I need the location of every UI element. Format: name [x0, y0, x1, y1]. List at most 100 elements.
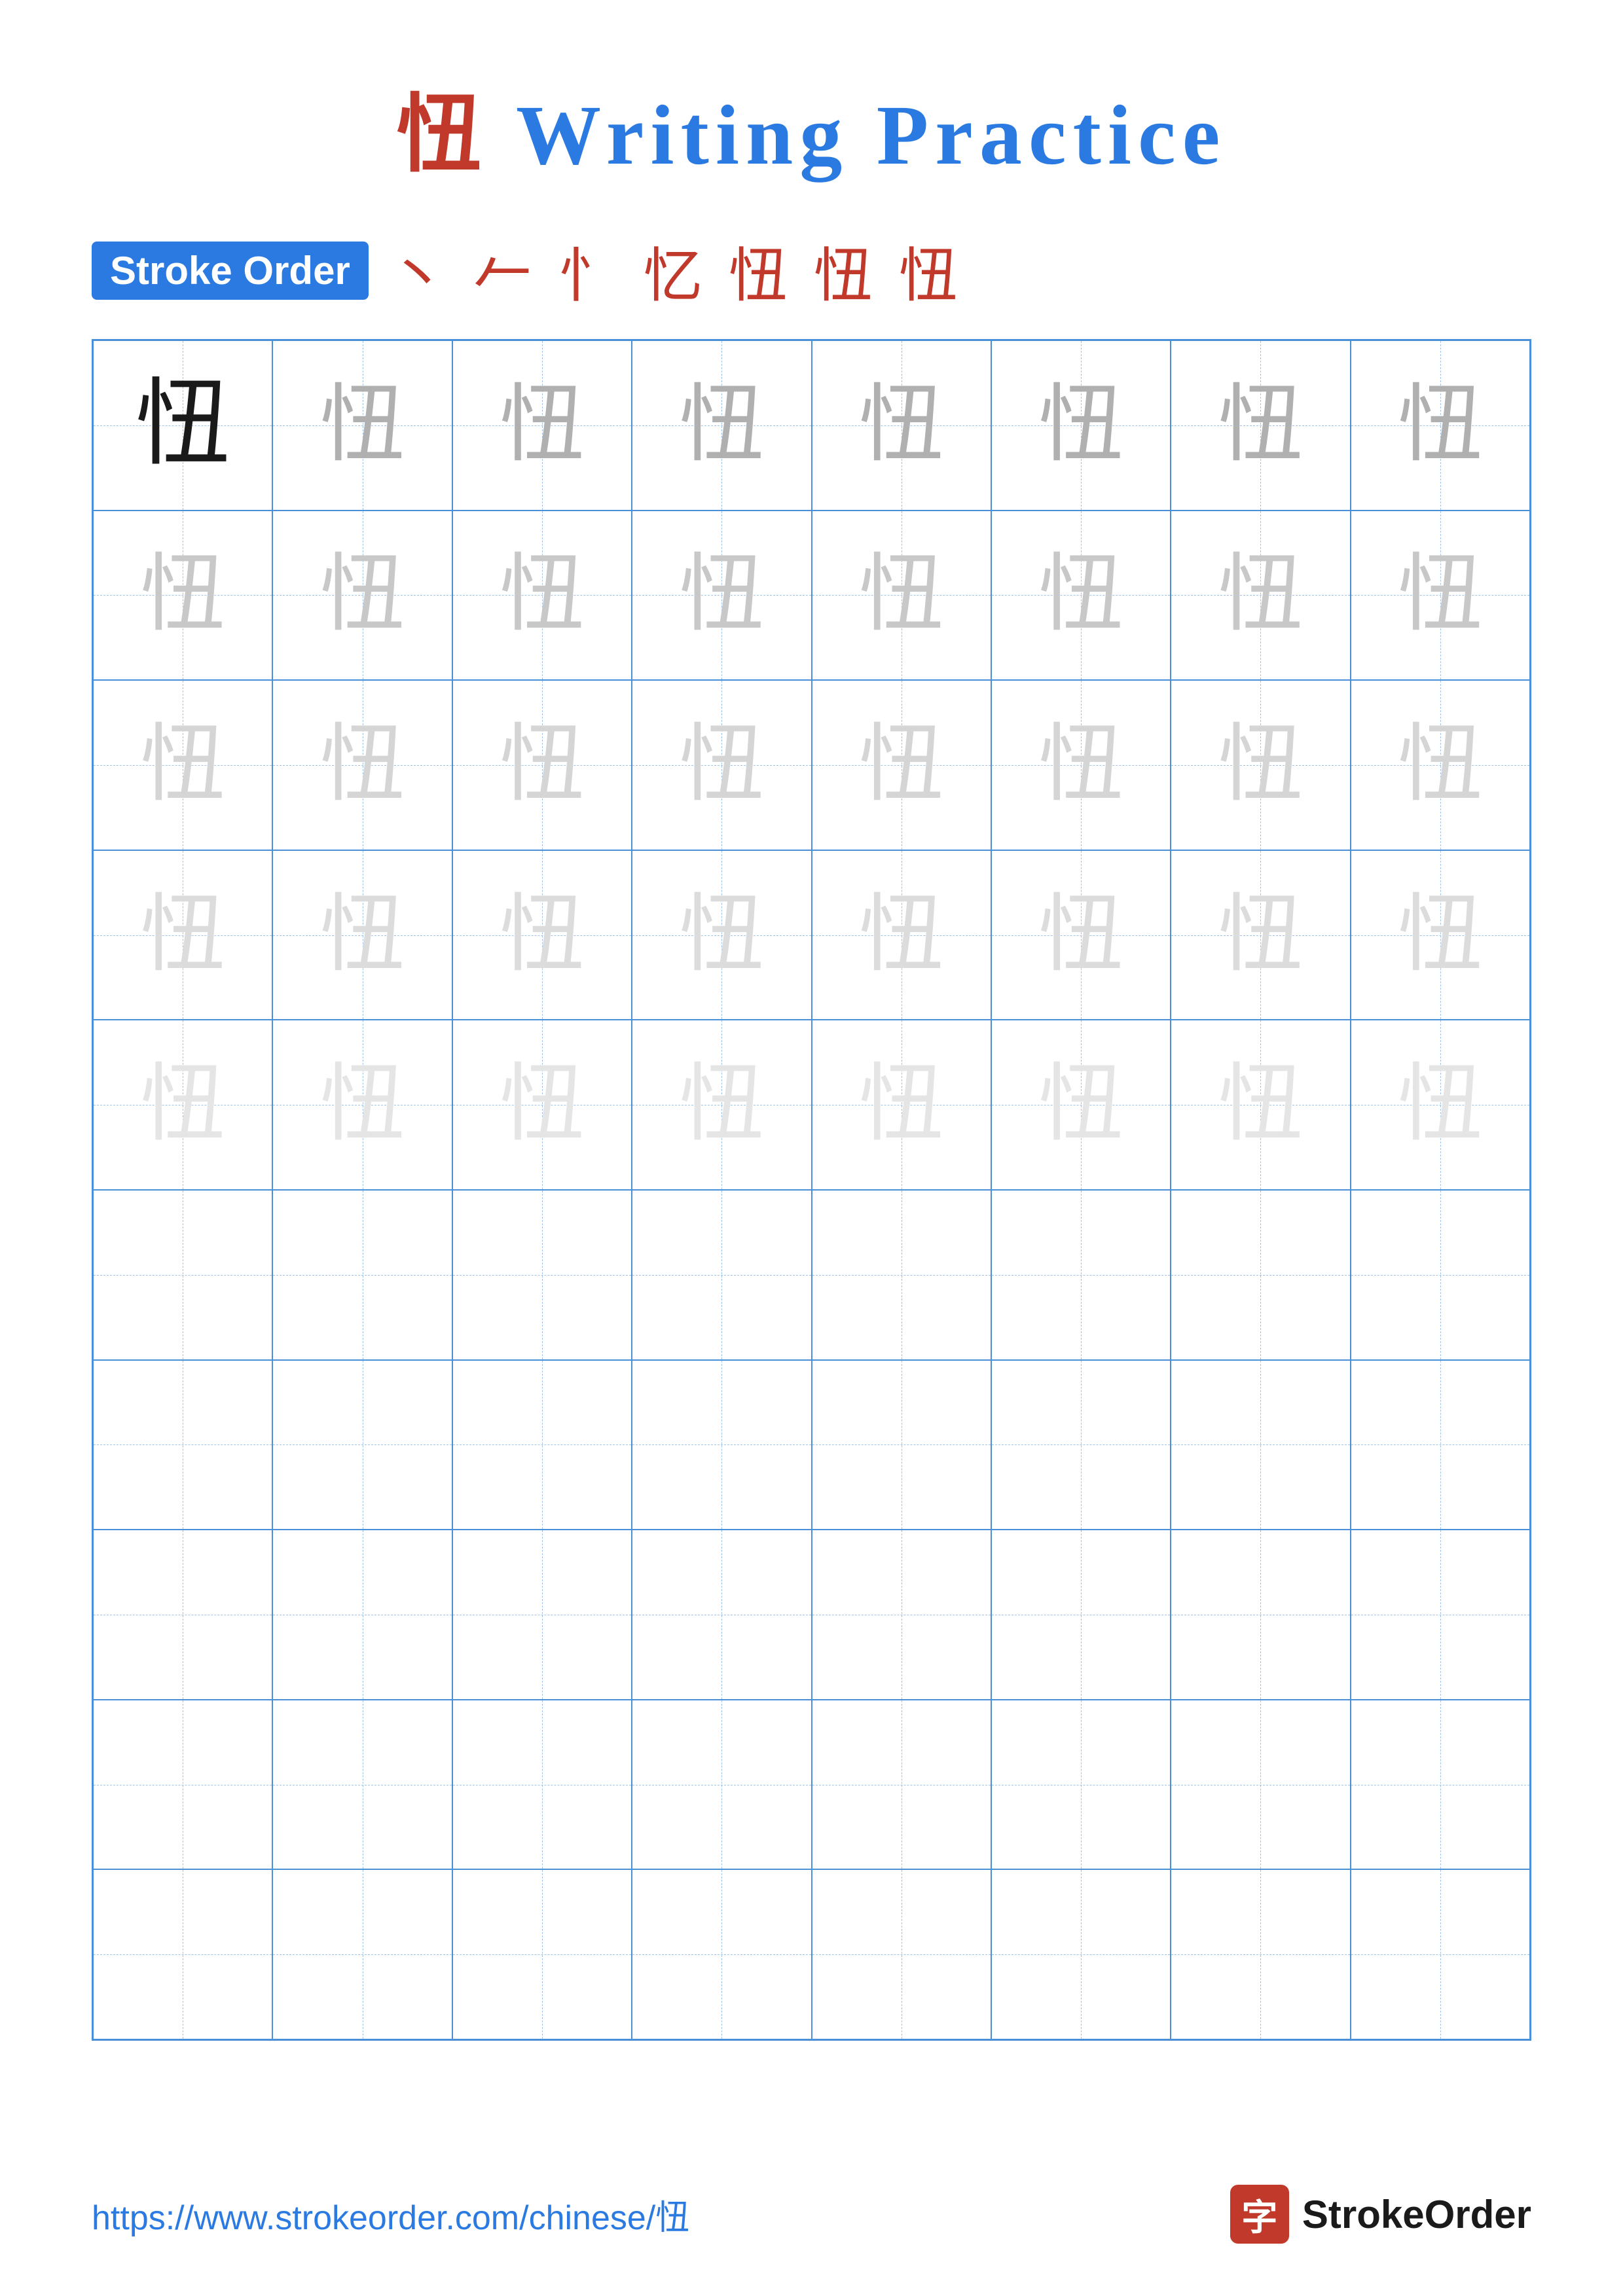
grid-cell[interactable]: 忸 [632, 511, 811, 681]
practice-cell[interactable] [1171, 1190, 1350, 1360]
stroke-3: 忄 [558, 228, 630, 313]
brand-icon: 字 [1230, 2185, 1289, 2244]
practice-cell[interactable] [452, 1530, 632, 1700]
practice-cell[interactable] [93, 1360, 272, 1530]
practice-cell[interactable] [1351, 1530, 1530, 1700]
grid-cell[interactable]: 忸 [452, 680, 632, 850]
title-text: Writing Practice [488, 88, 1227, 183]
stroke-1: 丶 [388, 228, 460, 313]
practice-cell[interactable] [812, 1530, 991, 1700]
practice-cell[interactable] [1171, 1530, 1350, 1700]
practice-cell[interactable] [1171, 1869, 1350, 2039]
grid-cell[interactable]: 忸 [1351, 1020, 1530, 1190]
grid-cell[interactable]: 忸 [1171, 680, 1350, 850]
grid-cell[interactable]: 忸 [1171, 1020, 1350, 1190]
stroke-7: 忸 [899, 228, 971, 313]
stroke-order-label: Stroke Order [92, 242, 369, 300]
grid-cell[interactable]: 忸 [272, 340, 452, 511]
practice-cell[interactable] [272, 1700, 452, 1870]
grid-cell[interactable]: 忸 [1351, 850, 1530, 1020]
grid-cell[interactable]: 忸 [272, 1020, 452, 1190]
stroke-2: 𠂉 [473, 228, 545, 313]
grid-cell[interactable]: 忸 [1351, 511, 1530, 681]
practice-cell[interactable] [812, 1360, 991, 1530]
practice-cell[interactable] [812, 1700, 991, 1870]
cell-reference[interactable]: 忸 [93, 340, 272, 511]
practice-cell[interactable] [272, 1530, 452, 1700]
brand-name: StrokeOrder [1302, 2192, 1531, 2237]
footer: https://www.strokeorder.com/chinese/忸 字 … [0, 2185, 1623, 2244]
practice-cell[interactable] [272, 1360, 452, 1530]
grid-cell[interactable]: 忸 [991, 340, 1171, 511]
practice-cell[interactable] [1351, 1700, 1530, 1870]
practice-cell[interactable] [632, 1360, 811, 1530]
practice-cell[interactable] [991, 1700, 1171, 1870]
practice-cell[interactable] [1171, 1360, 1350, 1530]
grid-cell[interactable]: 忸 [991, 511, 1171, 681]
practice-cell[interactable] [812, 1190, 991, 1360]
grid-cell[interactable]: 忸 [452, 340, 632, 511]
grid-cell[interactable]: 忸 [272, 511, 452, 681]
practice-cell[interactable] [991, 1869, 1171, 2039]
practice-cell[interactable] [93, 1190, 272, 1360]
practice-cell[interactable] [1171, 1700, 1350, 1870]
practice-cell[interactable] [93, 1530, 272, 1700]
practice-cell[interactable] [93, 1700, 272, 1870]
practice-grid: 忸 忸 忸 忸 忸 忸 忸 忸 忸 忸 忸 忸 忸 忸 忸 忸 忸 忸 忸 忸 … [92, 339, 1531, 2041]
grid-cell[interactable]: 忸 [812, 511, 991, 681]
practice-cell[interactable] [272, 1190, 452, 1360]
grid-cell[interactable]: 忸 [991, 850, 1171, 1020]
grid-cell[interactable]: 忸 [93, 1020, 272, 1190]
grid-cell[interactable]: 忸 [812, 1020, 991, 1190]
title-char: 忸 [397, 88, 488, 183]
grid-cell[interactable]: 忸 [1171, 340, 1350, 511]
grid-cell[interactable]: 忸 [1171, 850, 1350, 1020]
stroke-order-chars: 丶 𠂉 忄 忆 忸 忸 忸 [388, 228, 971, 313]
practice-cell[interactable] [812, 1869, 991, 2039]
practice-cell[interactable] [632, 1190, 811, 1360]
practice-cell[interactable] [632, 1869, 811, 2039]
grid-cell[interactable]: 忸 [93, 680, 272, 850]
grid-cell[interactable]: 忸 [452, 511, 632, 681]
page-title: 忸 Writing Practice [0, 0, 1623, 188]
grid-cell[interactable]: 忸 [991, 1020, 1171, 1190]
practice-cell[interactable] [1351, 1360, 1530, 1530]
grid-cell[interactable]: 忸 [991, 680, 1171, 850]
practice-cell[interactable] [452, 1360, 632, 1530]
grid-cell[interactable]: 忸 [452, 850, 632, 1020]
grid-cell[interactable]: 忸 [812, 340, 991, 511]
reference-char: 忸 [136, 378, 230, 473]
practice-cell[interactable] [991, 1190, 1171, 1360]
stroke-6: 忸 [814, 228, 886, 313]
grid-cell[interactable]: 忸 [1171, 511, 1350, 681]
grid-cell[interactable]: 忸 [93, 850, 272, 1020]
grid-cell[interactable]: 忸 [93, 511, 272, 681]
practice-cell[interactable] [991, 1360, 1171, 1530]
grid-cell[interactable]: 忸 [812, 680, 991, 850]
practice-cell[interactable] [272, 1869, 452, 2039]
practice-cell[interactable] [632, 1700, 811, 1870]
footer-brand: 字 StrokeOrder [1230, 2185, 1531, 2244]
practice-cell[interactable] [1351, 1869, 1530, 2039]
stroke-4: 忆 [644, 228, 716, 313]
stroke-order-section: Stroke Order 丶 𠂉 忄 忆 忸 忸 忸 [92, 228, 1531, 313]
grid-cell[interactable]: 忸 [812, 850, 991, 1020]
practice-cell[interactable] [632, 1530, 811, 1700]
practice-cell[interactable] [991, 1530, 1171, 1700]
practice-cell[interactable] [1351, 1190, 1530, 1360]
practice-cell[interactable] [452, 1190, 632, 1360]
footer-url[interactable]: https://www.strokeorder.com/chinese/忸 [92, 2190, 689, 2239]
grid-cell[interactable]: 忸 [632, 850, 811, 1020]
practice-cell[interactable] [452, 1869, 632, 2039]
grid-cell[interactable]: 忸 [272, 850, 452, 1020]
stroke-5: 忸 [729, 228, 801, 313]
grid-cell[interactable]: 忸 [1351, 340, 1530, 511]
grid-cell[interactable]: 忸 [1351, 680, 1530, 850]
practice-cell[interactable] [93, 1869, 272, 2039]
grid-cell[interactable]: 忸 [632, 1020, 811, 1190]
grid-cell[interactable]: 忸 [632, 680, 811, 850]
grid-cell[interactable]: 忸 [272, 680, 452, 850]
grid-cell[interactable]: 忸 [632, 340, 811, 511]
practice-cell[interactable] [452, 1700, 632, 1870]
grid-cell[interactable]: 忸 [452, 1020, 632, 1190]
